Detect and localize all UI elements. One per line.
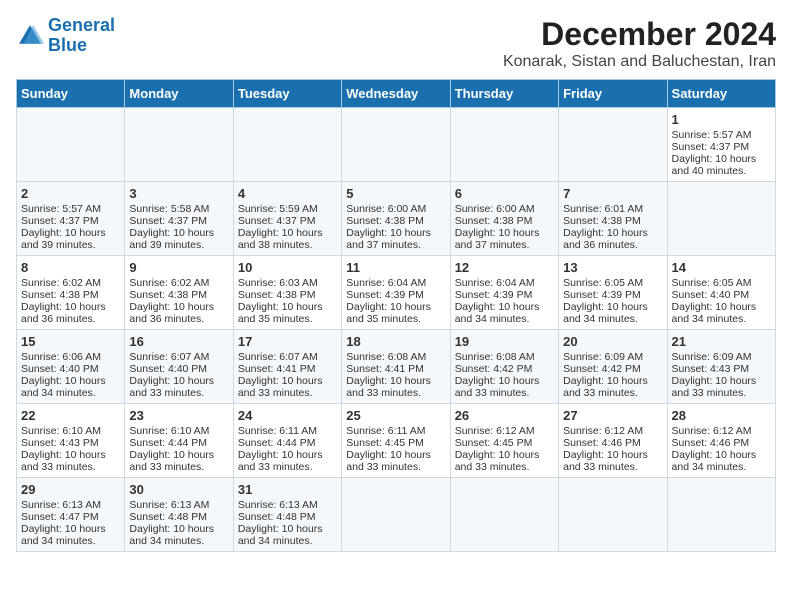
calendar-cell (342, 108, 450, 182)
calendar-header-sunday: Sunday (17, 80, 125, 108)
calendar-cell: 3Sunrise: 5:58 AMSunset: 4:37 PMDaylight… (125, 182, 233, 256)
calendar-cell: 8Sunrise: 6:02 AMSunset: 4:38 PMDaylight… (17, 256, 125, 330)
calendar-week-row: 8Sunrise: 6:02 AMSunset: 4:38 PMDaylight… (17, 256, 776, 330)
calendar-cell (450, 478, 558, 552)
calendar-cell: 17Sunrise: 6:07 AMSunset: 4:41 PMDayligh… (233, 330, 341, 404)
calendar-cell: 21Sunrise: 6:09 AMSunset: 4:43 PMDayligh… (667, 330, 775, 404)
calendar-cell: 5Sunrise: 6:00 AMSunset: 4:38 PMDaylight… (342, 182, 450, 256)
calendar-cell (233, 108, 341, 182)
calendar-cell: 12Sunrise: 6:04 AMSunset: 4:39 PMDayligh… (450, 256, 558, 330)
calendar-cell (667, 182, 775, 256)
calendar-cell: 6Sunrise: 6:00 AMSunset: 4:38 PMDaylight… (450, 182, 558, 256)
title-block: December 2024 Konarak, Sistan and Baluch… (503, 16, 776, 71)
calendar-cell: 18Sunrise: 6:08 AMSunset: 4:41 PMDayligh… (342, 330, 450, 404)
calendar-table: SundayMondayTuesdayWednesdayThursdayFrid… (16, 79, 776, 552)
main-title: December 2024 (503, 16, 776, 53)
calendar-cell: 11Sunrise: 6:04 AMSunset: 4:39 PMDayligh… (342, 256, 450, 330)
logo-line1: General (48, 15, 115, 35)
calendar-cell (559, 478, 667, 552)
calendar-cell: 13Sunrise: 6:05 AMSunset: 4:39 PMDayligh… (559, 256, 667, 330)
calendar-cell (125, 108, 233, 182)
calendar-cell (559, 108, 667, 182)
calendar-cell: 23Sunrise: 6:10 AMSunset: 4:44 PMDayligh… (125, 404, 233, 478)
calendar-cell: 15Sunrise: 6:06 AMSunset: 4:40 PMDayligh… (17, 330, 125, 404)
page-header: General Blue December 2024 Konarak, Sist… (16, 16, 776, 71)
calendar-week-row: 22Sunrise: 6:10 AMSunset: 4:43 PMDayligh… (17, 404, 776, 478)
calendar-cell: 30Sunrise: 6:13 AMSunset: 4:48 PMDayligh… (125, 478, 233, 552)
calendar-cell: 9Sunrise: 6:02 AMSunset: 4:38 PMDaylight… (125, 256, 233, 330)
calendar-cell (450, 108, 558, 182)
calendar-cell (667, 478, 775, 552)
calendar-cell: 24Sunrise: 6:11 AMSunset: 4:44 PMDayligh… (233, 404, 341, 478)
calendar-week-row: 29Sunrise: 6:13 AMSunset: 4:47 PMDayligh… (17, 478, 776, 552)
logo-line2: Blue (48, 35, 87, 55)
calendar-cell: 7Sunrise: 6:01 AMSunset: 4:38 PMDaylight… (559, 182, 667, 256)
calendar-cell: 2Sunrise: 5:57 AMSunset: 4:37 PMDaylight… (17, 182, 125, 256)
calendar-cell: 29Sunrise: 6:13 AMSunset: 4:47 PMDayligh… (17, 478, 125, 552)
calendar-header-thursday: Thursday (450, 80, 558, 108)
calendar-cell (17, 108, 125, 182)
calendar-week-row: 2Sunrise: 5:57 AMSunset: 4:37 PMDaylight… (17, 182, 776, 256)
logo-icon (16, 22, 44, 50)
calendar-cell: 14Sunrise: 6:05 AMSunset: 4:40 PMDayligh… (667, 256, 775, 330)
logo-text: General Blue (48, 16, 115, 56)
calendar-week-row: 1Sunrise: 5:57 AMSunset: 4:37 PMDaylight… (17, 108, 776, 182)
calendar-cell (342, 478, 450, 552)
calendar-cell: 28Sunrise: 6:12 AMSunset: 4:46 PMDayligh… (667, 404, 775, 478)
calendar-header-saturday: Saturday (667, 80, 775, 108)
calendar-week-row: 15Sunrise: 6:06 AMSunset: 4:40 PMDayligh… (17, 330, 776, 404)
calendar-cell: 27Sunrise: 6:12 AMSunset: 4:46 PMDayligh… (559, 404, 667, 478)
calendar-cell: 20Sunrise: 6:09 AMSunset: 4:42 PMDayligh… (559, 330, 667, 404)
subtitle: Konarak, Sistan and Baluchestan, Iran (503, 53, 776, 71)
calendar-header-friday: Friday (559, 80, 667, 108)
calendar-cell: 31Sunrise: 6:13 AMSunset: 4:48 PMDayligh… (233, 478, 341, 552)
calendar-cell: 1Sunrise: 5:57 AMSunset: 4:37 PMDaylight… (667, 108, 775, 182)
calendar-cell: 4Sunrise: 5:59 AMSunset: 4:37 PMDaylight… (233, 182, 341, 256)
calendar-cell: 10Sunrise: 6:03 AMSunset: 4:38 PMDayligh… (233, 256, 341, 330)
calendar-header-monday: Monday (125, 80, 233, 108)
calendar-header-row: SundayMondayTuesdayWednesdayThursdayFrid… (17, 80, 776, 108)
calendar-cell: 26Sunrise: 6:12 AMSunset: 4:45 PMDayligh… (450, 404, 558, 478)
calendar-cell: 25Sunrise: 6:11 AMSunset: 4:45 PMDayligh… (342, 404, 450, 478)
calendar-cell: 16Sunrise: 6:07 AMSunset: 4:40 PMDayligh… (125, 330, 233, 404)
calendar-cell: 19Sunrise: 6:08 AMSunset: 4:42 PMDayligh… (450, 330, 558, 404)
calendar-cell: 22Sunrise: 6:10 AMSunset: 4:43 PMDayligh… (17, 404, 125, 478)
calendar-header-wednesday: Wednesday (342, 80, 450, 108)
logo: General Blue (16, 16, 115, 56)
calendar-header-tuesday: Tuesday (233, 80, 341, 108)
